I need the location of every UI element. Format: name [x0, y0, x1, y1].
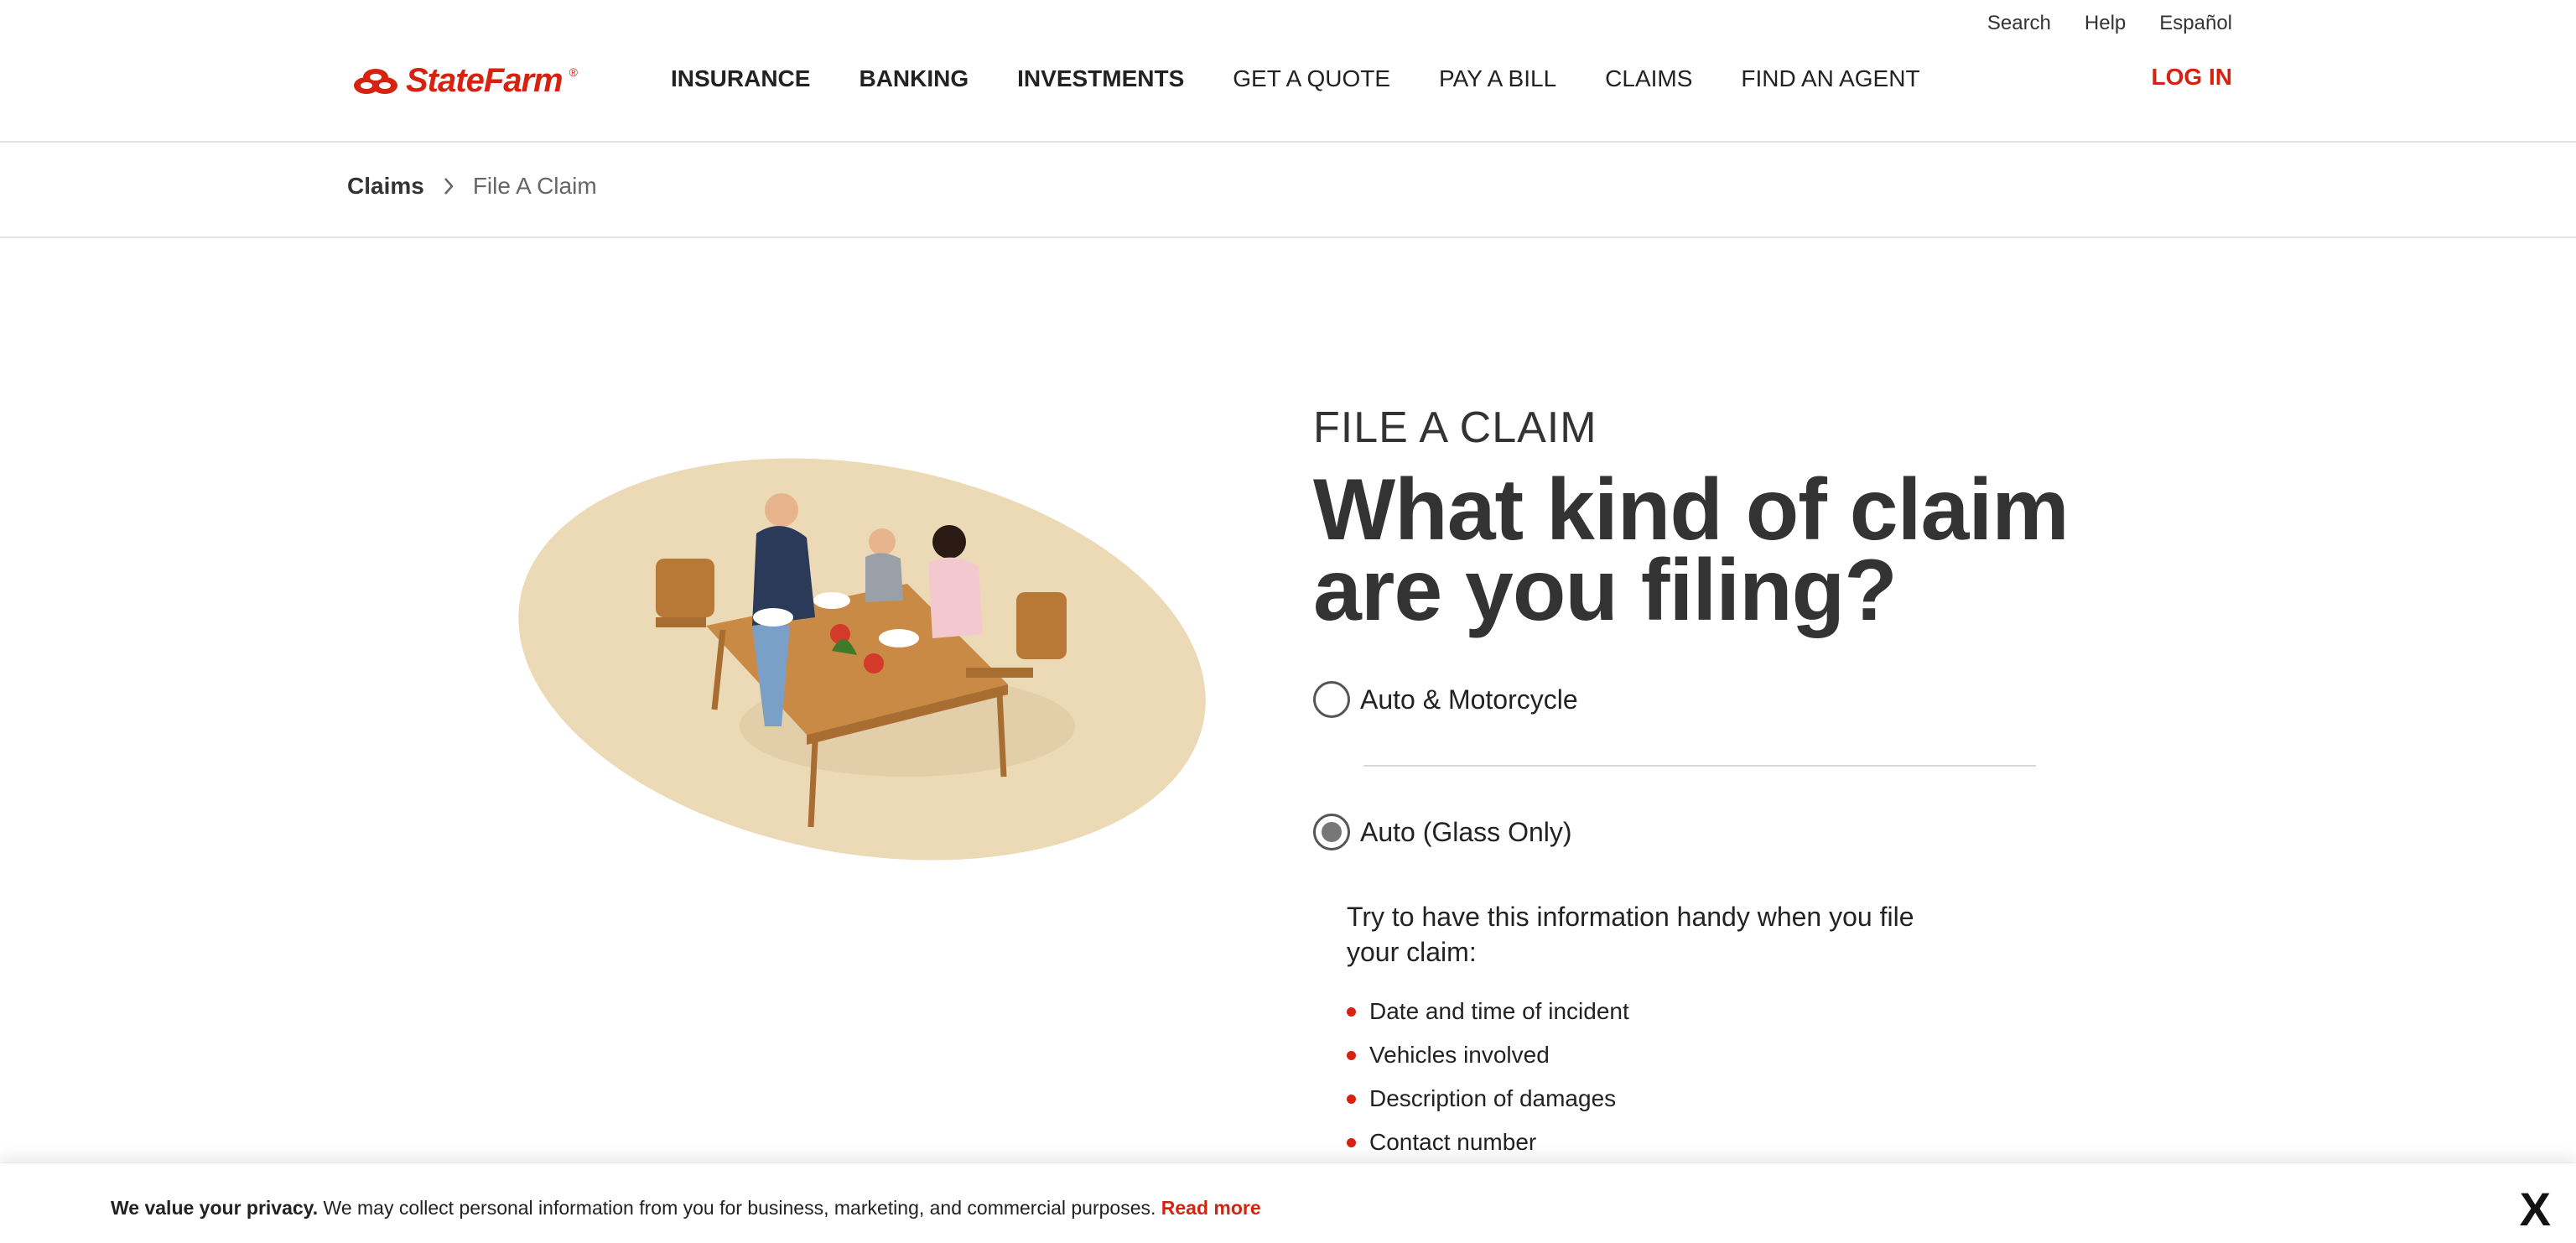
- list-item: Vehicles involved: [1347, 1033, 1967, 1077]
- espanol-link[interactable]: Español: [2159, 12, 2232, 35]
- three-ovals-icon: [354, 68, 397, 94]
- privacy-read-more-link[interactable]: Read more: [1161, 1197, 1261, 1219]
- option-auto-motorcycle[interactable]: Auto & Motorcycle: [1313, 674, 2219, 725]
- family-dining-illustration: [513, 458, 1209, 861]
- claim-info-panel: Try to have this information handy when …: [1347, 899, 1967, 1164]
- registered-mark: ®: [569, 65, 578, 79]
- list-item: Description of damages: [1347, 1077, 1967, 1121]
- state-farm-logo[interactable]: StateFarm ®: [352, 62, 578, 100]
- privacy-message: We value your privacy. We may collect pe…: [111, 1197, 1261, 1220]
- list-item: Date and time of incident: [1347, 990, 1967, 1033]
- claim-type-options: Auto & Motorcycle Auto (Glass Only): [1313, 674, 2219, 857]
- privacy-body: We may collect personal information from…: [323, 1197, 1156, 1219]
- main-nav: INSURANCE BANKING INVESTMENTS GET A QUOT…: [671, 65, 1920, 92]
- nav-banking[interactable]: BANKING: [859, 65, 969, 92]
- breadcrumb-claims-link[interactable]: Claims: [347, 173, 424, 200]
- radio-auto-glass-only[interactable]: [1313, 814, 1350, 850]
- breadcrumb-bar: Claims File A Claim: [0, 143, 2576, 238]
- login-link[interactable]: LOG IN: [2152, 64, 2232, 91]
- file-claim-form: FILE A CLAIM What kind of claim are you …: [1313, 398, 2219, 1164]
- privacy-heading: We value your privacy.: [111, 1197, 319, 1219]
- radio-auto-motorcycle[interactable]: [1313, 681, 1350, 718]
- privacy-banner: We value your privacy. We may collect pe…: [0, 1162, 2576, 1243]
- nav-insurance[interactable]: INSURANCE: [671, 65, 810, 92]
- nav-pay-a-bill[interactable]: PAY A BILL: [1439, 65, 1556, 92]
- bullet-icon: [1347, 1050, 1356, 1060]
- logo-wordmark: StateFarm: [406, 62, 564, 99]
- nav-get-a-quote[interactable]: GET A QUOTE: [1233, 65, 1390, 92]
- info-lead-text: Try to have this information handy when …: [1347, 902, 1914, 967]
- bullet-icon: [1347, 1137, 1356, 1147]
- chevron-right-icon: [439, 177, 458, 195]
- section-eyebrow: FILE A CLAIM: [1313, 403, 1597, 452]
- site-header: Search Help Español StateFarm ® INSURANC…: [0, 0, 2576, 143]
- nav-find-an-agent[interactable]: FIND AN AGENT: [1741, 65, 1919, 92]
- list-item: Contact number: [1347, 1121, 1967, 1164]
- option-divider: [1363, 765, 2036, 767]
- bullet-icon: [1347, 1094, 1356, 1104]
- bullet-icon: [1347, 1006, 1356, 1017]
- option-auto-glass-only[interactable]: Auto (Glass Only): [1313, 807, 2219, 857]
- nav-claims[interactable]: CLAIMS: [1605, 65, 1692, 92]
- close-icon[interactable]: X: [2520, 1182, 2551, 1236]
- info-checklist: Date and time of incident Vehicles invol…: [1347, 990, 1967, 1164]
- page-title: What kind of claim are you filing?: [1313, 461, 2070, 639]
- breadcrumb: Claims File A Claim: [347, 173, 597, 200]
- option-label: Auto & Motorcycle: [1360, 684, 1578, 715]
- search-link[interactable]: Search: [1987, 12, 2051, 35]
- nav-investments[interactable]: INVESTMENTS: [1017, 65, 1184, 92]
- option-label: Auto (Glass Only): [1360, 816, 1572, 847]
- utility-links: Search Help Español: [1987, 12, 2232, 35]
- help-link[interactable]: Help: [2085, 12, 2126, 35]
- radio-selected-dot: [1322, 822, 1342, 842]
- breadcrumb-current: File A Claim: [472, 173, 597, 199]
